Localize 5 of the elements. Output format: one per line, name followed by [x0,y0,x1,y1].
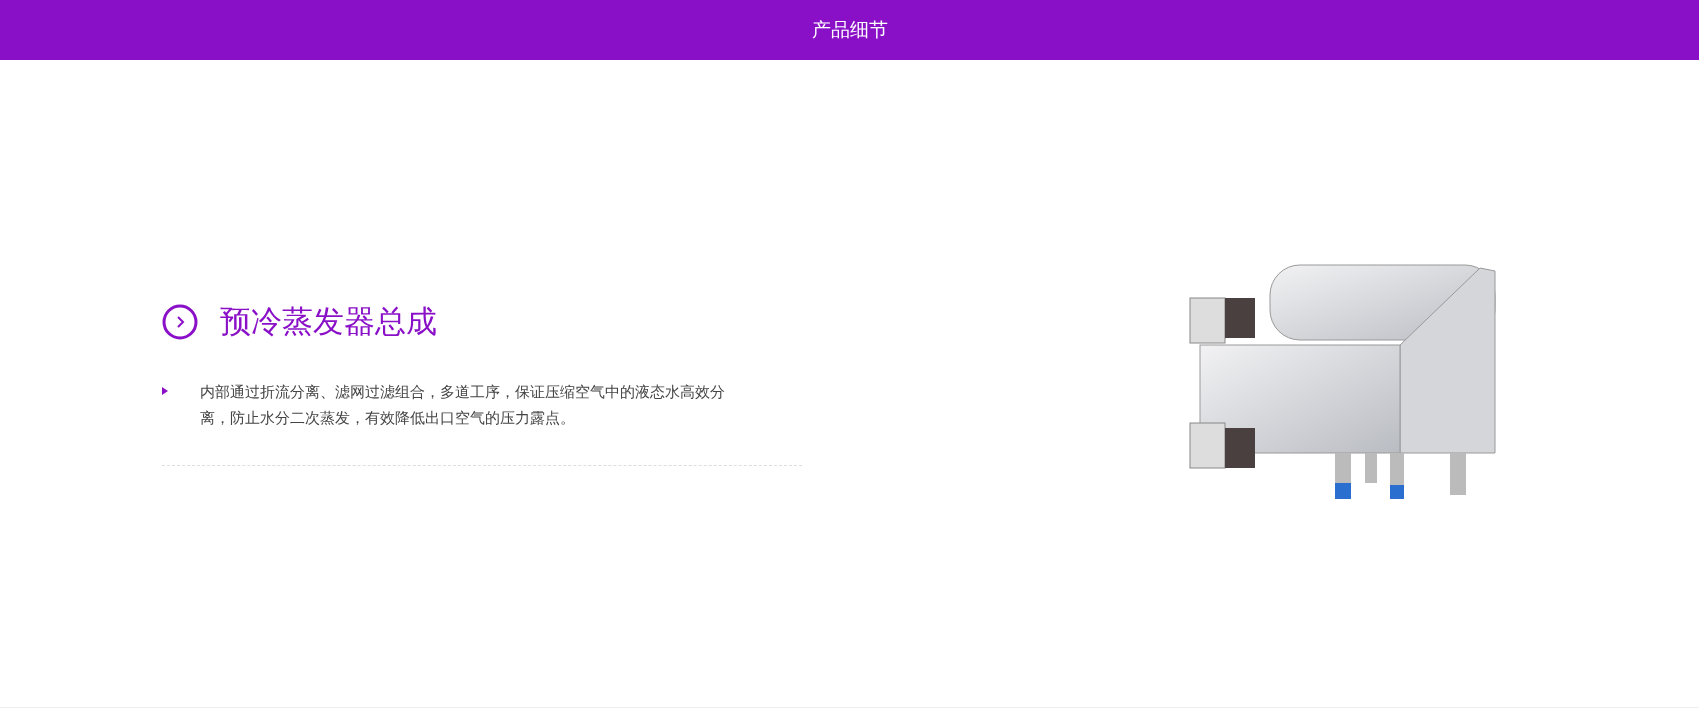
section-heading: 预冷蒸发器总成 [220,302,437,341]
chevron-circle-icon [162,304,198,340]
header-title: 产品细节 [811,17,888,42]
bullet-icon [162,387,168,395]
description-text: 内部通过折流分离、滤网过滤组合，多道工序，保证压缩空气中的液态水高效分离，防止水分二次蒸发，有效降低出口空气的压力露点。 [200,383,726,428]
